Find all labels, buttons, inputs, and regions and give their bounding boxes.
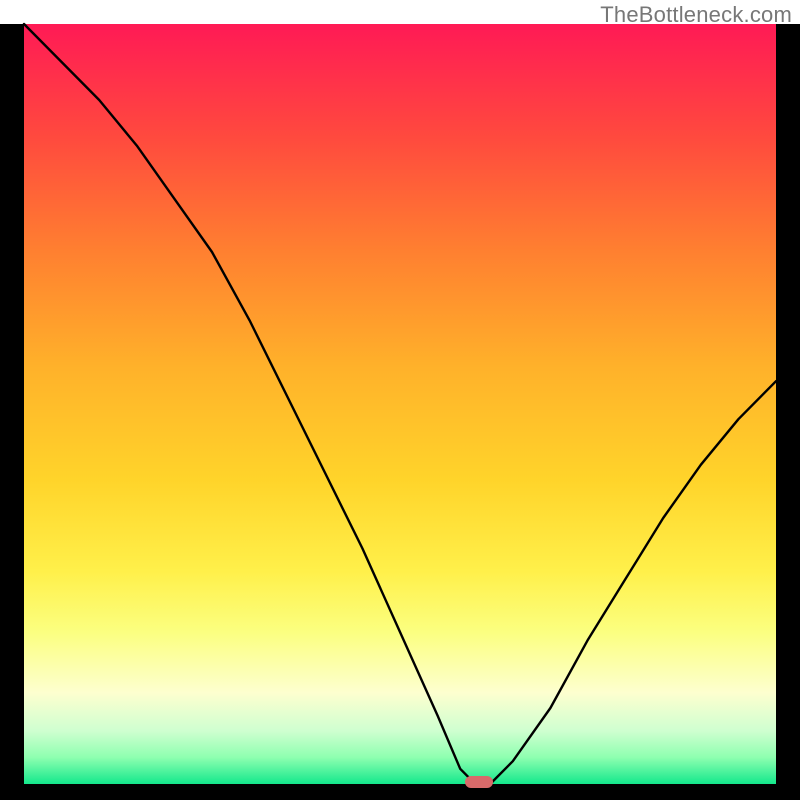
chart-container: TheBottleneck.com: [0, 0, 800, 800]
bottleneck-chart: [0, 0, 800, 800]
plot-area: [24, 24, 776, 784]
watermark-text: TheBottleneck.com: [600, 2, 792, 28]
optimal-marker: [465, 776, 493, 788]
